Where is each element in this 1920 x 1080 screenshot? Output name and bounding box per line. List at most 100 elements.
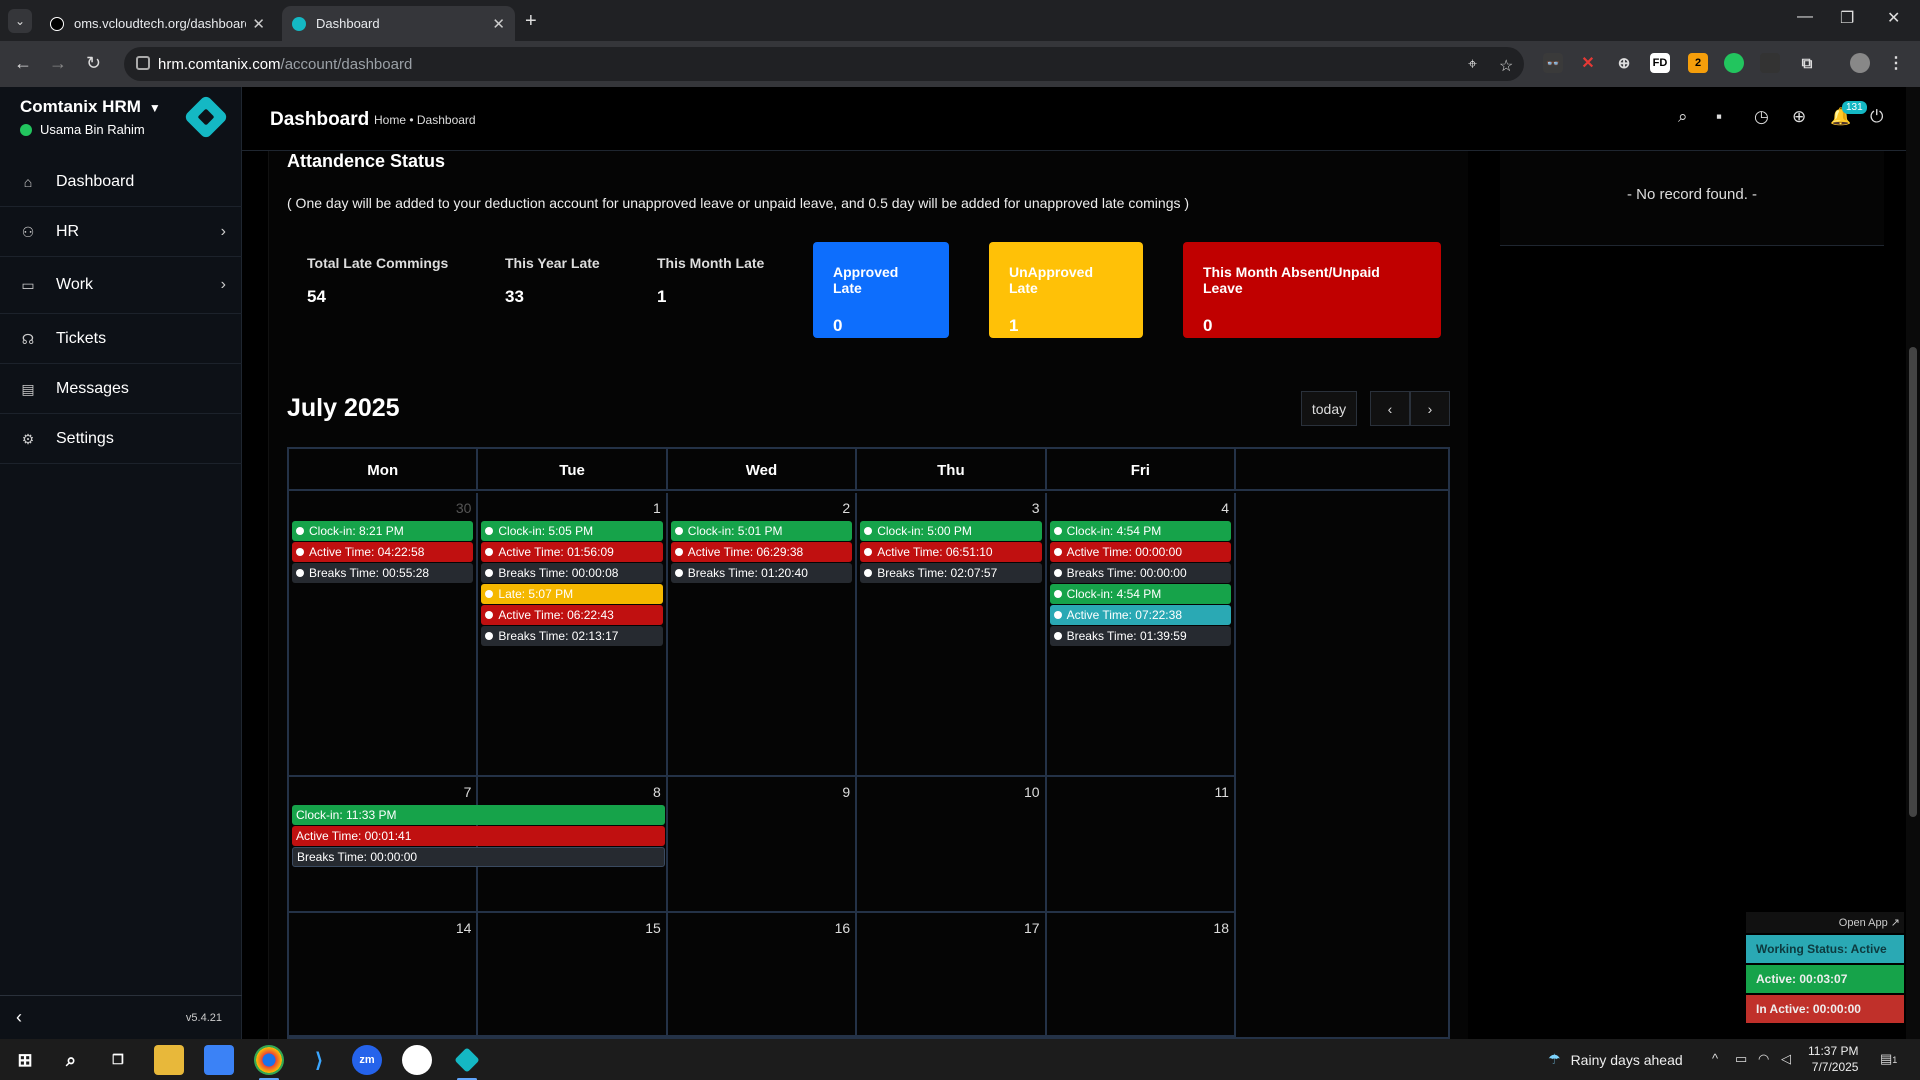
open-app-link[interactable]: Open App ↗ — [1746, 912, 1904, 933]
day-number[interactable]: 15 — [645, 920, 661, 936]
prev-month-button[interactable]: ‹ — [1370, 391, 1410, 426]
notification-center-icon[interactable]: ▤1 — [1880, 1051, 1897, 1067]
day-number[interactable]: 7 — [464, 784, 472, 800]
calendar-day-cell[interactable]: 4 Clock-in: 4:54 PM Active Time: 00:00:00 B… — [1046, 493, 1236, 777]
calendar-day-cell[interactable]: 30 Clock-in: 8:21 PM Active Time: 04:22:58… — [289, 493, 479, 777]
card-unapproved-late[interactable]: UnApproved Late 1 — [989, 242, 1143, 338]
calendar-event[interactable]: Breaks Time: 00:55:28 — [292, 563, 474, 583]
notes-icon[interactable]: ▪ — [1716, 107, 1722, 127]
profile-avatar-icon[interactable] — [1850, 53, 1870, 73]
day-number[interactable]: 9 — [842, 784, 850, 800]
day-number[interactable]: 4 — [1221, 500, 1229, 516]
calendar-day-cell[interactable]: 3 Clock-in: 5:00 PM Active Time: 06:51:10 B… — [857, 493, 1047, 777]
new-tab-button[interactable]: + — [525, 10, 537, 33]
calendar-spanning-event[interactable]: Breaks Time: 00:00:00 — [292, 847, 665, 867]
calendar-event[interactable]: Active Time: 07:22:38 — [1049, 605, 1231, 625]
app-icon[interactable] — [402, 1045, 432, 1075]
calendar-event[interactable]: Breaks Time: 01:20:40 — [670, 563, 853, 583]
minimize-icon[interactable]: — — [1797, 8, 1813, 26]
close-tab-icon[interactable]: ✕ — [492, 15, 505, 33]
calendar-day-cell[interactable]: 16 — [667, 913, 858, 1037]
calendar-event[interactable]: Breaks Time: 02:13:17 — [481, 626, 663, 646]
system-clock[interactable]: 11:37 PM 7/7/2025 — [1808, 1043, 1858, 1075]
calendar-event[interactable]: Clock-in: 5:00 PM — [860, 521, 1042, 541]
calendar-day-cell[interactable]: 11 — [1046, 777, 1236, 913]
weather-widget[interactable]: ☂ Rainy days ahead — [1548, 1051, 1683, 1068]
calendar-day-cell[interactable]: 10 — [857, 777, 1047, 913]
vscode-icon[interactable]: ⟩ — [304, 1045, 334, 1075]
forward-icon[interactable]: → — [49, 53, 67, 74]
search-icon[interactable]: ⌕ — [56, 1045, 86, 1075]
wifi-icon[interactable]: ◠ — [1758, 1051, 1769, 1067]
windows-start-icon[interactable]: ⊞ — [10, 1045, 40, 1075]
card-absent-unpaid[interactable]: This Month Absent/Unpaid Leave 0 — [1183, 242, 1441, 338]
sidebar-item-settings[interactable]: ⚙ Settings — [0, 414, 242, 464]
calendar-event[interactable]: Clock-in: 4:54 PM — [1049, 584, 1231, 604]
calendar-day-cell[interactable]: 14 — [289, 913, 479, 1037]
extension-globe-icon[interactable]: ⊕ — [1614, 53, 1634, 73]
calendar-event[interactable]: Active Time: 00:00:00 — [1049, 542, 1231, 562]
app-logo[interactable] — [183, 94, 229, 140]
close-tab-icon[interactable]: ✕ — [252, 15, 265, 33]
sidebar-item-dashboard[interactable]: ⌂ Dashboard — [0, 157, 242, 207]
calendar-day-cell[interactable]: 9 — [667, 777, 858, 913]
tray-chevron-icon[interactable]: ^ — [1712, 1051, 1718, 1066]
calendar-event[interactable]: Clock-in: 5:05 PM — [481, 521, 663, 541]
hrm-app-icon[interactable] — [452, 1045, 482, 1080]
today-button[interactable]: today — [1301, 391, 1357, 426]
file-explorer-icon[interactable] — [154, 1045, 184, 1075]
battery-icon[interactable]: ▭ — [1735, 1051, 1747, 1067]
power-icon[interactable]: ⏻ — [1870, 107, 1883, 127]
browser-tab-oms[interactable]: oms.vcloudtech.org/dashboard ✕ — [40, 6, 275, 41]
browser-menu-icon[interactable]: ⋮ — [1886, 53, 1906, 73]
day-number[interactable]: 1 — [653, 500, 661, 516]
store-icon[interactable] — [204, 1045, 234, 1075]
calendar-event[interactable]: Clock-in: 5:01 PM — [670, 521, 853, 541]
sidebar-item-work[interactable]: ▭ Work › — [0, 257, 242, 314]
calendar-day-cell[interactable]: 1 Clock-in: 5:05 PM Active Time: 01:56:09 B… — [478, 493, 668, 777]
reload-icon[interactable]: ↻ — [86, 53, 101, 74]
extensions-puzzle-icon[interactable]: ⧉ — [1797, 53, 1817, 73]
calendar-day-cell[interactable]: 2 Clock-in: 5:01 PM Active Time: 06:29:38 B… — [667, 493, 858, 777]
zoom-icon[interactable]: zm — [352, 1045, 382, 1075]
calendar-day-cell[interactable]: 18 — [1046, 913, 1236, 1037]
calendar-event[interactable]: Active Time: 06:22:43 — [481, 605, 663, 625]
day-number[interactable]: 3 — [1032, 500, 1040, 516]
calendar-event[interactable]: Breaks Time: 01:39:59 — [1049, 626, 1231, 646]
day-number[interactable]: 17 — [1024, 920, 1040, 936]
sidebar-item-tickets[interactable]: ☊ Tickets — [0, 314, 242, 364]
card-approved-late[interactable]: Approved Late 0 — [813, 242, 949, 338]
restore-icon[interactable]: ❐ — [1840, 8, 1854, 28]
calendar-event[interactable]: Active Time: 01:56:09 — [481, 542, 663, 562]
calendar-event[interactable]: Late: 5:07 PM — [481, 584, 663, 604]
day-number[interactable]: 30 — [456, 500, 472, 516]
collapse-sidebar-icon[interactable]: ‹ — [16, 1007, 22, 1028]
extension-green-icon[interactable] — [1724, 53, 1744, 73]
calendar-event[interactable]: Clock-in: 4:54 PM — [1049, 521, 1231, 541]
extension-x-icon[interactable]: ✕ — [1578, 53, 1598, 73]
back-icon[interactable]: ← — [14, 53, 32, 74]
extension-gray-icon[interactable] — [1760, 53, 1780, 73]
close-window-icon[interactable]: ✕ — [1887, 8, 1900, 28]
calendar-event[interactable]: Breaks Time: 02:07:57 — [860, 563, 1042, 583]
browser-tab-dashboard[interactable]: Dashboard ✕ — [282, 6, 515, 41]
calendar-event[interactable]: Active Time: 04:22:58 — [292, 542, 474, 562]
extension-glasses-icon[interactable]: 👓 — [1543, 53, 1563, 73]
calendar-day-cell[interactable]: 15 — [478, 913, 668, 1037]
extension-fd-icon[interactable]: FD — [1650, 53, 1670, 73]
breadcrumb[interactable]: Home • Dashboard — [374, 113, 476, 127]
calendar-day-cell[interactable]: 17 — [857, 913, 1047, 1037]
calendar-spanning-event[interactable]: Active Time: 00:01:41 — [292, 826, 665, 846]
day-number[interactable]: 10 — [1024, 784, 1040, 800]
search-icon[interactable]: ⌕ — [1678, 107, 1688, 127]
day-number[interactable]: 14 — [456, 920, 472, 936]
add-icon[interactable]: ⊕ — [1792, 107, 1806, 127]
day-number[interactable]: 11 — [1214, 784, 1229, 800]
site-info-icon[interactable] — [136, 56, 150, 70]
next-month-button[interactable]: › — [1410, 391, 1450, 426]
scrollbar-thumb[interactable] — [1909, 347, 1917, 817]
calendar-event[interactable]: Breaks Time: 00:00:08 — [481, 563, 663, 583]
sidebar-item-hr[interactable]: ⚇ HR › — [0, 207, 242, 257]
volume-icon[interactable]: ◁ — [1781, 1051, 1791, 1067]
bookmark-star-icon[interactable]: ☆ — [1499, 56, 1513, 76]
